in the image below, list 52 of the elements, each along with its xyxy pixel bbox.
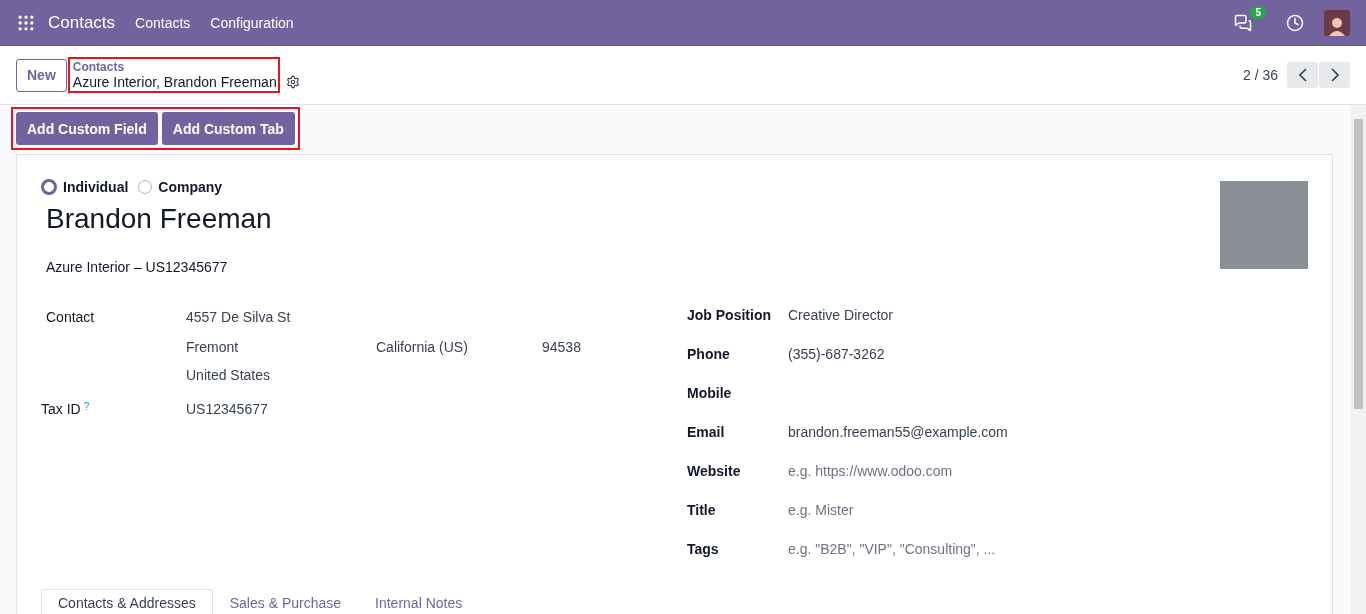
next-button[interactable] (1319, 62, 1350, 88)
company-text: Azure Interior – US12345677 (46, 259, 229, 275)
field-value[interactable]: brandon.freeman55@example.com (788, 424, 1008, 440)
notebook-tab[interactable]: Contacts & Addresses (41, 589, 213, 614)
field-value: 94538 (542, 339, 581, 355)
field-value: United States (186, 367, 271, 383)
help-tooltip[interactable]: ? (83, 401, 90, 417)
activity-button[interactable] (1286, 13, 1304, 32)
breadcrumb-link[interactable]: Contacts (72, 60, 277, 74)
user-avatar[interactable] (1324, 9, 1350, 36)
notebook-tab[interactable]: Sales & Purchase (212, 589, 359, 614)
clock-icon (1286, 13, 1304, 32)
record-title: Azure Interior, Brandon Freeman (72, 74, 277, 90)
chevron-right-icon (1330, 68, 1339, 82)
settings-icon[interactable] (285, 75, 300, 89)
field-value: US12345677 (186, 401, 268, 417)
type-radio[interactable]: Individual (41, 179, 129, 195)
message-count-badge: 5 (1250, 5, 1266, 19)
field-value[interactable]: Creative Director (788, 307, 894, 323)
field-label: Tax ID (41, 401, 81, 417)
custom-action-button[interactable]: Add Custom Field (16, 112, 158, 145)
field-label: Contact (46, 309, 96, 325)
field-value: Fremont (186, 339, 240, 355)
field-label: Tags (687, 541, 720, 557)
field-value[interactable]: (355)-687-3262 (788, 346, 885, 362)
field-label: Title (687, 502, 717, 518)
field-value: 4557 De Silva St (186, 309, 291, 325)
field-label: Job Position (687, 307, 772, 323)
new-button[interactable]: New (16, 58, 67, 92)
app-name[interactable]: Contacts (48, 12, 116, 33)
input-field[interactable]: e.g. "B2B", "VIP", "Consulting", ... (788, 541, 996, 557)
field-label: Mobile (687, 385, 733, 401)
custom-action-button[interactable]: Add Custom Tab (161, 112, 295, 145)
menu-item[interactable]: Configuration (210, 14, 294, 31)
radio-dot[interactable] (138, 180, 153, 194)
field-label: Email (687, 424, 726, 440)
input-field[interactable]: e.g. https://www.odoo.com (788, 463, 953, 479)
messages-button[interactable]: 5 (1234, 5, 1266, 32)
notebook-tab[interactable]: Internal Notes (358, 589, 480, 614)
field-value: California (US) (376, 339, 469, 355)
menu-item[interactable]: Contacts (135, 14, 191, 31)
scrollbar[interactable] (1351, 105, 1366, 614)
pager-counter: 2 / 36 (1242, 67, 1278, 83)
field-label: Website (687, 463, 742, 479)
type-radio[interactable]: Company (138, 179, 223, 195)
previous-button[interactable] (1287, 62, 1318, 88)
radio-dot[interactable] (41, 179, 57, 195)
chat-icon (1234, 13, 1252, 32)
contact-name: Brandon Freeman (46, 203, 272, 235)
chevron-left-icon (1298, 68, 1307, 82)
input-field[interactable]: e.g. Mister (788, 502, 854, 518)
field-label: Phone (687, 346, 731, 362)
